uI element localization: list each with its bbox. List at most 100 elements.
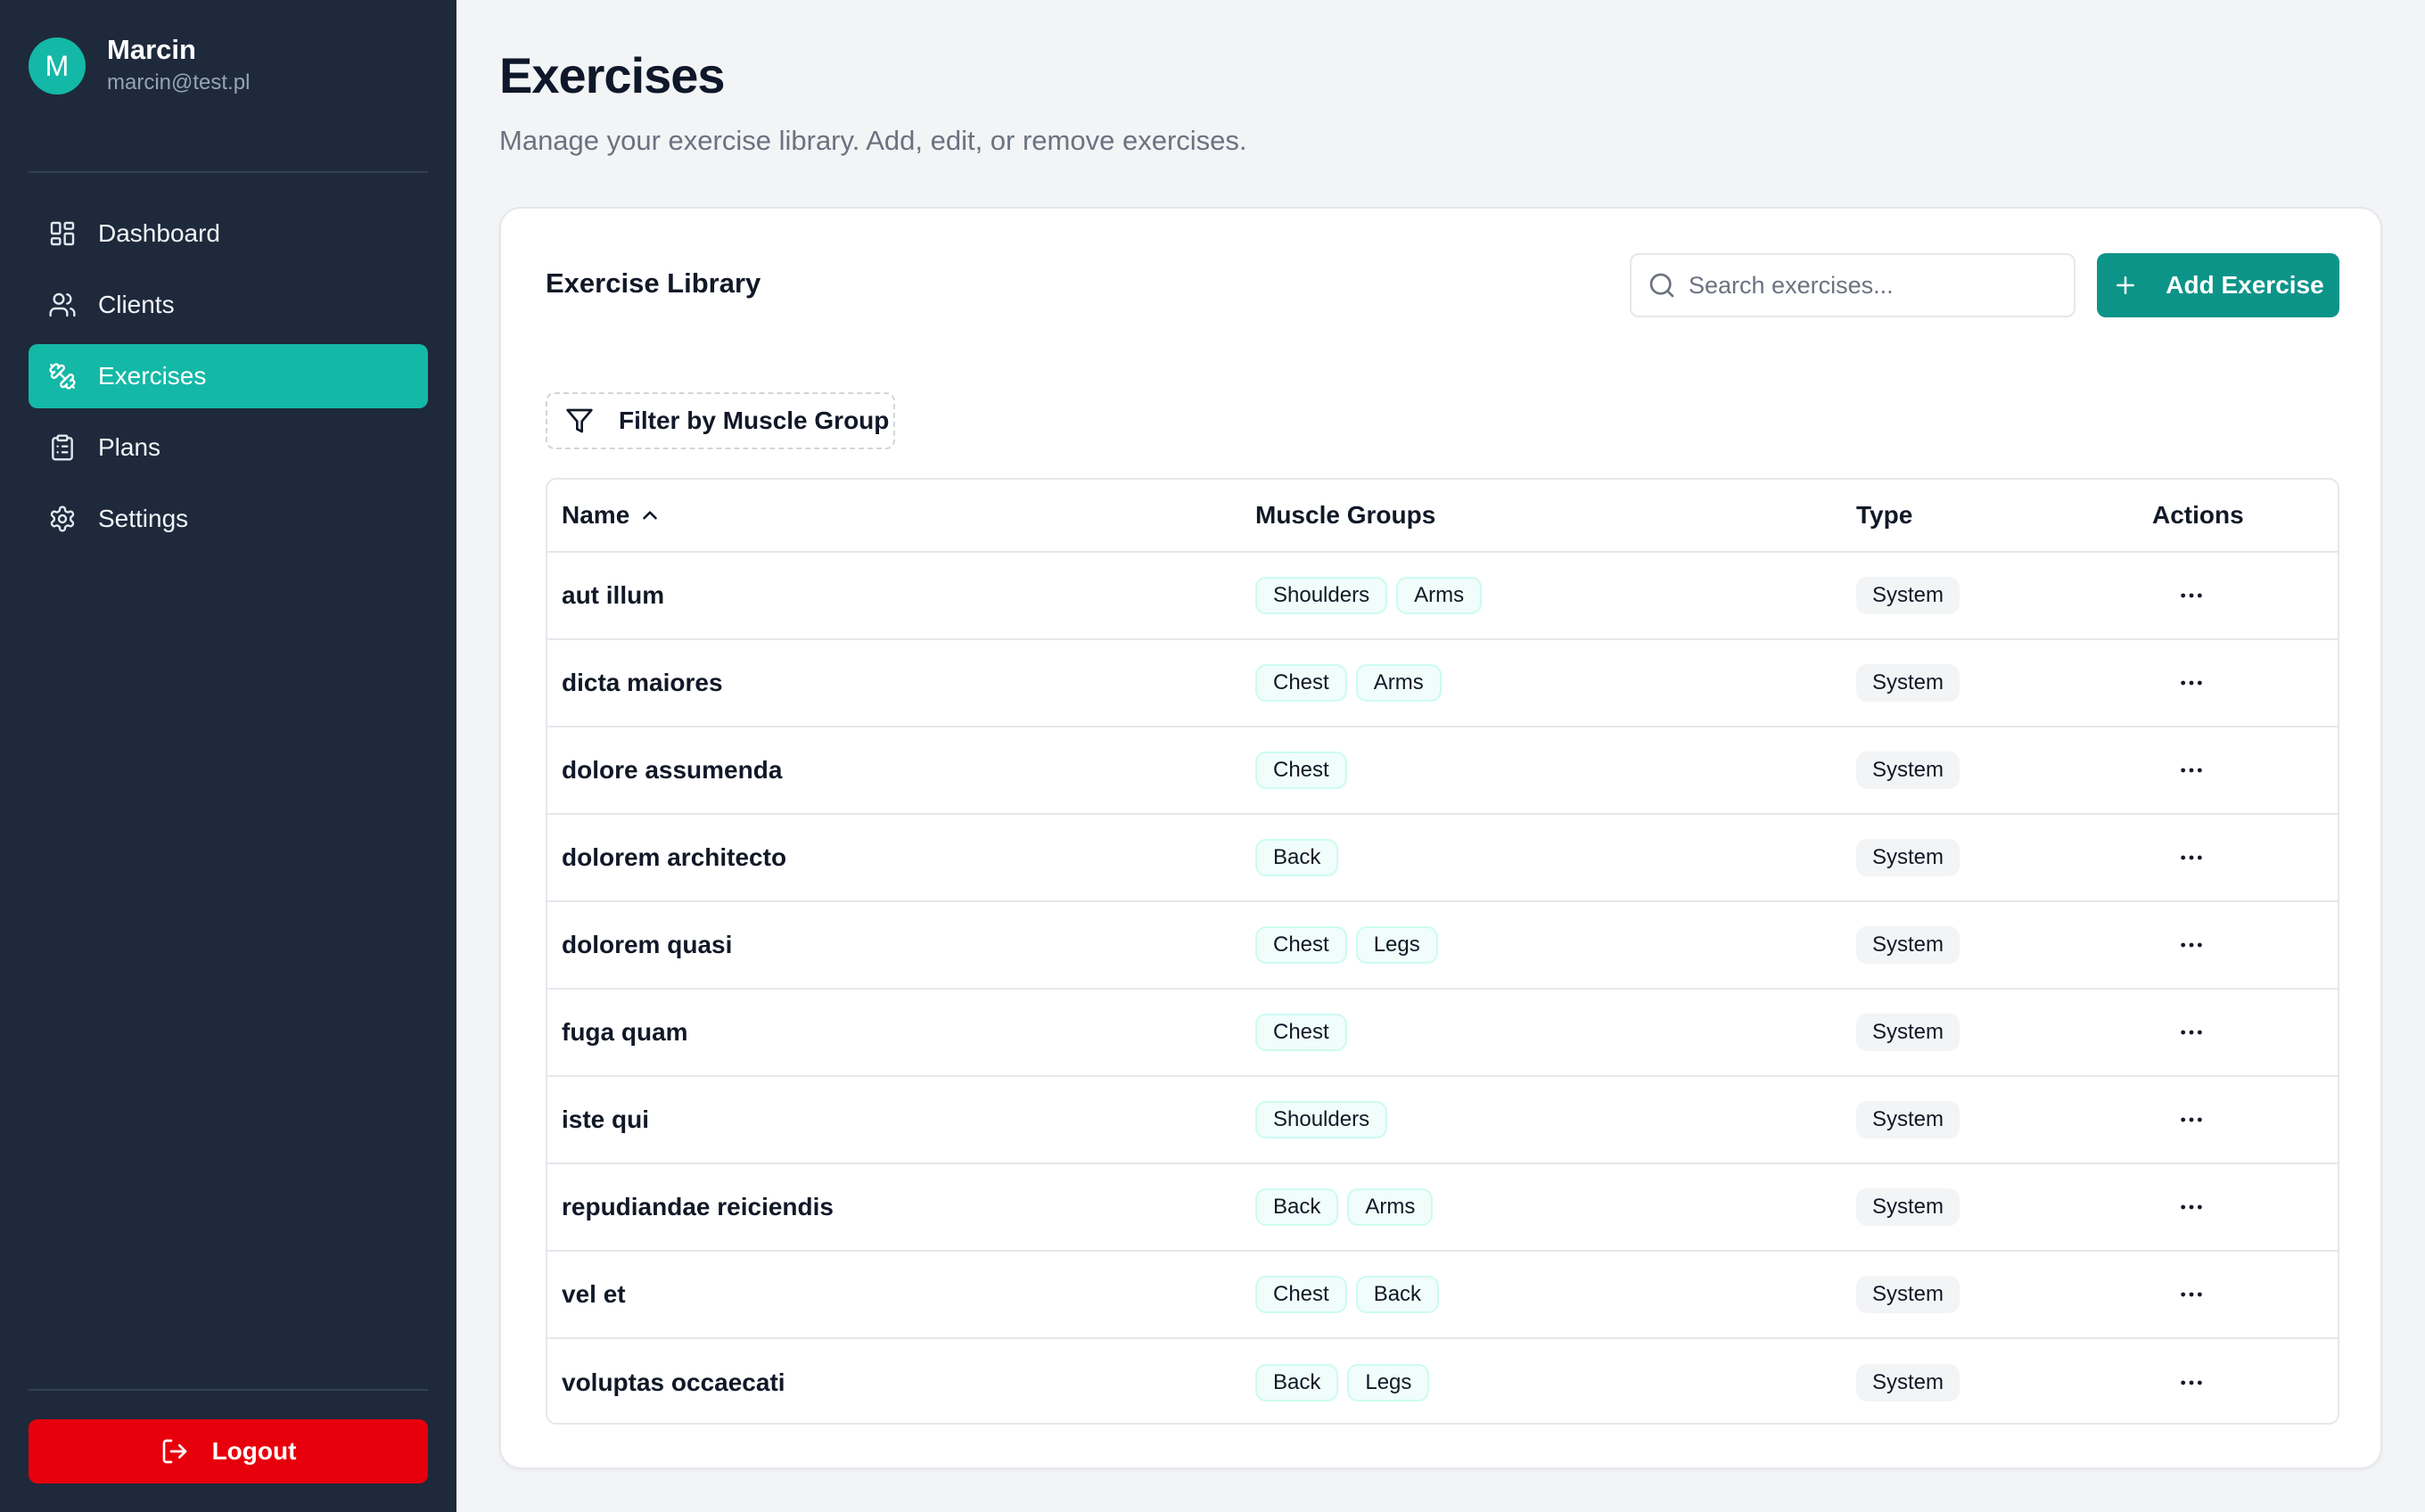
muscle-groups-cell: Back Legs <box>1255 1339 1438 1423</box>
gear-icon <box>50 505 75 532</box>
table-row: dolorem architecto Back System <box>547 815 2338 902</box>
row-actions-button[interactable] <box>2174 1365 2209 1401</box>
exercise-name: repudiandae reiciendis <box>562 1193 834 1220</box>
exercise-name: dicta maiores <box>562 669 723 696</box>
row-actions-button[interactable] <box>2174 1015 2209 1050</box>
sidebar-item-plans[interactable]: Plans <box>29 415 428 480</box>
exercise-library-card: Exercise Library Add Exercise Filter by … <box>499 207 2382 1469</box>
more-horizontal-icon <box>2181 1117 2202 1122</box>
muscle-groups-cell: Chest Legs <box>1255 902 1447 988</box>
actions-cell <box>2174 727 2209 813</box>
actions-cell <box>2174 1077 2209 1163</box>
sidebar-item-dashboard[interactable]: Dashboard <box>29 201 428 266</box>
muscle-groups-cell: Back <box>1255 815 1347 900</box>
page-title: Exercises <box>499 47 726 103</box>
header-name: Name <box>562 501 630 529</box>
muscle-group-tag: Chest <box>1255 752 1347 789</box>
sidebar-item-label: Clients <box>98 291 175 318</box>
row-actions-button[interactable] <box>2174 927 2209 963</box>
logout-icon <box>162 1439 186 1464</box>
actions-cell <box>2174 1339 2209 1423</box>
muscle-group-tag: Chest <box>1255 664 1347 702</box>
table-row: dolorem quasi Chest Legs System <box>547 902 2338 990</box>
muscle-group-tag: Shoulders <box>1255 1101 1388 1138</box>
type-badge: System <box>1856 577 1961 614</box>
sort-by-name-button[interactable]: Name <box>562 501 662 530</box>
more-horizontal-icon <box>2181 1292 2202 1297</box>
sidebar-divider <box>29 1389 428 1391</box>
row-actions-button[interactable] <box>2174 1277 2209 1312</box>
page-subtitle: Manage your exercise library. Add, edit,… <box>499 125 1247 156</box>
row-actions-button[interactable] <box>2174 665 2209 701</box>
type-cell: System <box>1856 1339 1961 1423</box>
muscle-groups-cell: Chest Back <box>1255 1252 1448 1337</box>
exercise-name: dolore assumenda <box>562 756 783 784</box>
add-exercise-label: Add Exercise <box>2166 271 2324 299</box>
actions-cell <box>2174 990 2209 1075</box>
muscle-group-tag: Arms <box>1396 577 1483 614</box>
row-actions-button[interactable] <box>2174 1102 2209 1138</box>
type-cell: System <box>1856 1164 1961 1250</box>
sidebar-item-label: Settings <box>98 505 189 532</box>
table-row: aut illum Shoulders Arms System <box>547 553 2338 640</box>
type-badge: System <box>1856 1276 1961 1313</box>
muscle-group-tag: Back <box>1255 1188 1339 1226</box>
more-horizontal-icon <box>2181 680 2202 686</box>
more-horizontal-icon <box>2181 942 2202 948</box>
actions-cell <box>2174 815 2209 900</box>
header-name-cell: Name <box>562 480 662 551</box>
user-profile: M Marcin marcin@test.pl <box>29 34 250 98</box>
muscle-group-tag: Chest <box>1255 926 1347 964</box>
table-row: iste qui Shoulders System <box>547 1077 2338 1164</box>
exercise-name: dolorem architecto <box>562 843 787 871</box>
user-email: marcin@test.pl <box>107 70 251 94</box>
add-exercise-button[interactable]: Add Exercise <box>2097 253 2339 317</box>
muscle-group-tag: Chest <box>1255 1014 1347 1051</box>
more-horizontal-icon <box>2181 593 2202 598</box>
type-cell: System <box>1856 902 1961 988</box>
more-horizontal-icon <box>2181 1380 2202 1385</box>
more-horizontal-icon <box>2181 768 2202 773</box>
muscle-group-tag: Back <box>1255 1364 1339 1401</box>
exercise-name: vel et <box>562 1280 626 1308</box>
table-row: voluptas occaecati Back Legs System <box>547 1339 2338 1423</box>
exercise-name: voluptas occaecati <box>562 1368 785 1396</box>
type-cell: System <box>1856 727 1961 813</box>
row-actions-button[interactable] <box>2174 1189 2209 1225</box>
type-cell: System <box>1856 1252 1961 1337</box>
row-actions-button[interactable] <box>2174 578 2209 613</box>
row-actions-button[interactable] <box>2174 840 2209 875</box>
header-muscle-groups: Muscle Groups <box>1255 501 1436 529</box>
muscle-groups-cell: Back Arms <box>1255 1164 1442 1250</box>
user-name: Marcin <box>107 34 196 65</box>
row-actions-button[interactable] <box>2174 752 2209 788</box>
type-cell: System <box>1856 990 1961 1075</box>
muscle-groups-cell: Shoulders <box>1255 1077 1396 1163</box>
exercise-name: iste qui <box>562 1105 650 1133</box>
table-row: vel et Chest Back System <box>547 1252 2338 1339</box>
avatar: M <box>29 37 86 94</box>
type-cell: System <box>1856 553 1961 638</box>
exercise-table: Name Muscle Groups Type Actions aut illu… <box>546 478 2339 1425</box>
table-header: Name Muscle Groups Type Actions <box>547 480 2338 553</box>
type-cell: System <box>1856 815 1961 900</box>
dashboard-icon <box>50 221 75 246</box>
type-cell: System <box>1856 1077 1961 1163</box>
actions-cell <box>2174 1164 2209 1250</box>
table-row: dolore assumenda Chest System <box>547 727 2338 815</box>
actions-cell <box>2174 1252 2209 1337</box>
sidebar: M Marcin marcin@test.pl Dashboard Client… <box>0 0 456 1512</box>
muscle-group-tag: Legs <box>1355 926 1438 964</box>
sidebar-item-clients[interactable]: Clients <box>29 273 428 337</box>
plus-icon <box>2117 276 2135 294</box>
type-badge: System <box>1856 664 1961 702</box>
search-input[interactable] <box>1689 271 2063 300</box>
muscle-group-tag: Back <box>1255 839 1339 876</box>
filter-muscle-group-button[interactable]: Filter by Muscle Group <box>546 392 895 449</box>
sidebar-item-label: Plans <box>98 433 161 461</box>
logout-button[interactable]: Logout <box>29 1419 428 1483</box>
muscle-groups-cell: Shoulders Arms <box>1255 553 1491 638</box>
sidebar-item-settings[interactable]: Settings <box>29 487 428 551</box>
type-cell: System <box>1856 640 1961 726</box>
sidebar-item-exercises[interactable]: Exercises <box>29 344 428 408</box>
